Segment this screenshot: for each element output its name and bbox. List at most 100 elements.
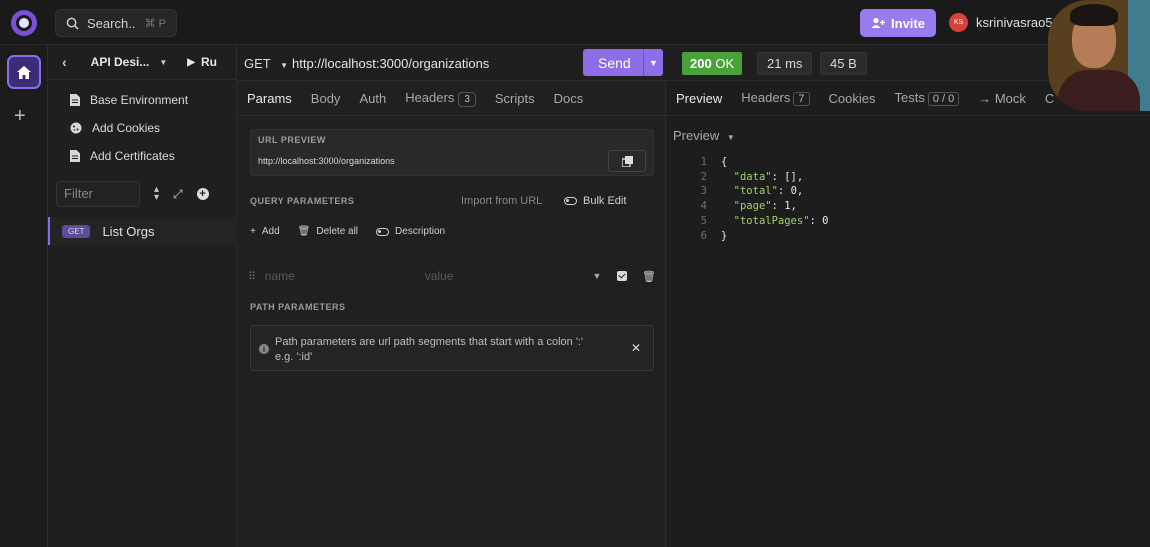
code-text: "data": [], [733, 170, 804, 183]
param-name-input[interactable]: name [265, 269, 425, 283]
preview-mode-select[interactable]: Preview ▼ [673, 128, 735, 143]
top-bar: Search.. ⌘ P Invite KS ksrinivasrao53 [0, 0, 1150, 45]
description-label: Description [395, 226, 446, 237]
tab-response-headers[interactable]: Headers 7 [741, 90, 810, 106]
send-label: Send [598, 55, 631, 71]
send-button[interactable]: Send ▼ [583, 49, 663, 76]
tab-mock[interactable]: → Mock [978, 91, 1026, 106]
trash-icon[interactable]: 🗑︎ [642, 270, 656, 283]
invite-button[interactable]: Invite [860, 9, 936, 37]
close-icon[interactable]: ✕ [631, 341, 641, 355]
response-pane: Preview Headers 7 Cookies Tests 0 / 0 → Mo… [667, 81, 1150, 547]
tab-preview[interactable]: Preview [676, 91, 722, 106]
chevron-down-icon[interactable]: ▼ [159, 58, 167, 67]
delete-all-button[interactable]: 🗑︎ Delete all [298, 226, 358, 237]
sort-icon[interactable]: ▴ ▾ [154, 185, 159, 203]
status-code: 200 [690, 56, 712, 71]
user-name[interactable]: ksrinivasrao53 [976, 15, 1060, 30]
bulk-edit-toggle[interactable]: Bulk Edit [564, 195, 626, 207]
line-number: 4 [700, 200, 707, 213]
sidebar-item-add-certificates[interactable]: Add Certificates [48, 142, 236, 170]
avatar[interactable]: KS [949, 13, 968, 32]
line-number: 3 [700, 185, 707, 198]
status-badge: 200 OK [682, 52, 743, 75]
headers-count: 7 [793, 92, 810, 106]
webcam-overlay [1048, 0, 1150, 111]
chevron-down-icon[interactable]: ▼ [592, 271, 617, 281]
filter-input[interactable]: Filter [56, 181, 140, 207]
tab-cookies[interactable]: Cookies [829, 91, 876, 106]
method-select[interactable]: GET ▼ [244, 56, 288, 71]
search-icon [66, 17, 79, 30]
request-pane: Params Body Auth Headers 3 Scripts Docs U… [237, 81, 666, 547]
home-button[interactable] [7, 55, 41, 89]
app-logo[interactable] [11, 10, 37, 36]
response-time: 21 ms [757, 52, 813, 75]
doc-icon [70, 94, 80, 106]
path-params-title: PATH PARAMETERS [250, 302, 346, 312]
code-text: } [721, 229, 728, 242]
line-number: 2 [700, 170, 707, 183]
add-param-button[interactable]: + Add [250, 226, 280, 237]
url-bar: GET ▼ http://localhost:3000/organization… [237, 45, 666, 81]
headers-count: 3 [458, 91, 476, 107]
webcam-person-hair [1070, 4, 1118, 26]
path-info-text: Path parameters are url path segments th… [275, 335, 615, 365]
search-shortcut: ⌘ P [144, 17, 166, 30]
line-number: 6 [700, 229, 707, 242]
description-toggle[interactable]: Description [376, 226, 445, 237]
chevron-down-icon: ▼ [726, 133, 735, 142]
path-info-line: e.g. ':id' [275, 351, 313, 363]
request-tabs: Params Body Auth Headers 3 Scripts Docs [237, 81, 665, 116]
search-bar[interactable]: Search.. ⌘ P [55, 9, 177, 37]
drag-handle-icon[interactable]: ⠿ [248, 270, 265, 283]
tab-scripts[interactable]: Scripts [495, 91, 535, 106]
delete-all-label: Delete all [316, 226, 359, 237]
code-line: 4 "page": 1, [685, 199, 828, 214]
method-badge: GET [62, 224, 91, 238]
tab-docs[interactable]: Docs [554, 91, 584, 106]
sidebar-item-base-environment[interactable]: Base Environment [48, 86, 236, 114]
param-value-input[interactable]: value [425, 269, 593, 283]
code-text: "total": 0, [733, 185, 804, 198]
tab-auth[interactable]: Auth [359, 91, 386, 106]
run-label: Ru [200, 55, 217, 69]
back-icon[interactable]: ‹ [62, 54, 67, 70]
tab-more[interactable]: C [1045, 91, 1054, 106]
import-from-url-button[interactable]: Import from URL [461, 195, 542, 207]
invite-label: Invite [891, 15, 925, 31]
status-text: OK [715, 56, 735, 71]
tab-tests[interactable]: Tests 0 / 0 [894, 90, 960, 106]
sidebar-item-label: Base Environment [90, 93, 189, 107]
sidebar: ‹ API Desi... ▼ ▶ Ru Base Environment Ad… [48, 45, 237, 547]
preview-mode-label: Preview [673, 128, 720, 143]
toggle-icon [564, 197, 577, 205]
add-request-icon[interactable]: + [196, 188, 209, 200]
add-label: Add [261, 226, 280, 237]
code-line: 5 "totalPages": 0 [685, 214, 829, 229]
request-name: List Orgs [102, 223, 155, 239]
project-name[interactable]: API Desi... [91, 55, 150, 69]
tab-body[interactable]: Body [311, 91, 341, 106]
line-number: 5 [700, 214, 707, 227]
plus-icon: + [250, 226, 256, 237]
sidebar-item-label: Add Cookies [92, 121, 161, 135]
list-item[interactable]: GET List Orgs [48, 217, 237, 245]
trash-icon: 🗑︎ [297, 226, 311, 237]
tab-params[interactable]: Params [247, 91, 292, 106]
response-body: 1{2 "data": [], 3 "total": 0, 4 "page": 1,… [685, 155, 829, 243]
tests-count: 0 / 0 [927, 92, 960, 106]
enable-checkbox[interactable] [617, 271, 628, 281]
send-options-icon[interactable]: ▼ [643, 49, 663, 76]
param-row: ⠿ name value ▼ 🗑︎ [248, 263, 656, 289]
line-number: 1 [700, 156, 707, 168]
sidebar-item-add-cookies[interactable]: Add Cookies [48, 114, 236, 142]
cookie-icon [70, 122, 82, 134]
method-label: GET [244, 56, 271, 71]
copy-button[interactable] [608, 150, 646, 172]
url-input[interactable]: http://localhost:3000/organizations [292, 56, 489, 71]
expand-icon[interactable]: ⤢ [173, 187, 183, 202]
tab-headers[interactable]: Headers 3 [405, 90, 476, 107]
add-workspace-icon[interactable]: + [14, 105, 26, 128]
run-button[interactable]: ▶ Ru [187, 55, 217, 69]
